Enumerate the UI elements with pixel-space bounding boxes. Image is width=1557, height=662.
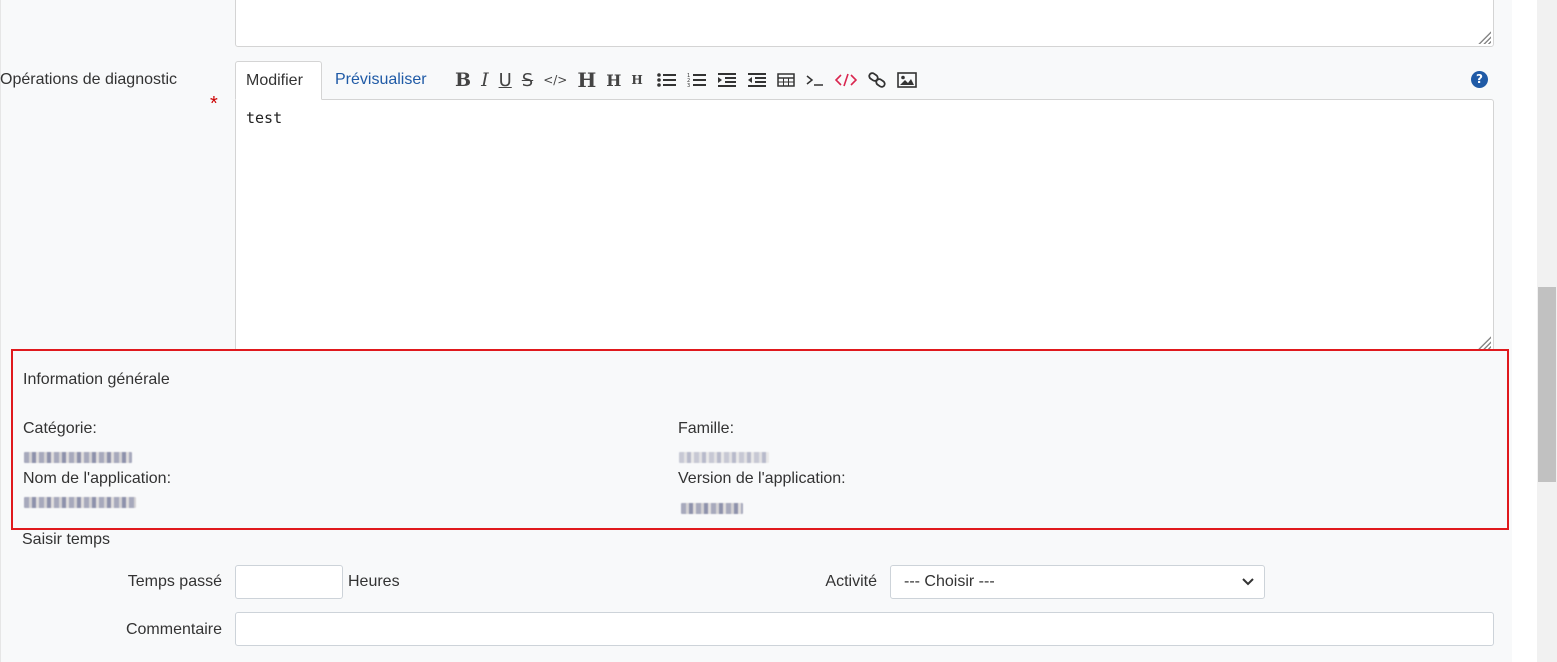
diagnostic-label: Opérations de diagnostic: [0, 71, 177, 88]
time-spent-label: Temps passé: [127, 573, 222, 590]
link-icon[interactable]: [867, 66, 887, 94]
svg-text:3: 3: [687, 83, 690, 88]
app-name-label: Nom de l'application:: [23, 470, 172, 487]
family-label: Famille:: [678, 420, 735, 437]
activity-label: Activité: [825, 573, 877, 590]
editor-toolbar: B I U S </> H H H 123: [455, 66, 927, 94]
hours-unit: Heures: [348, 573, 400, 590]
app-name-value-redacted: [24, 497, 136, 508]
family-value-redacted: [679, 452, 769, 463]
time-spent-input[interactable]: [235, 565, 343, 599]
bullet-list-icon[interactable]: [656, 66, 677, 94]
bold-button[interactable]: B: [455, 66, 471, 94]
html-code-icon[interactable]: [834, 66, 857, 94]
image-icon[interactable]: [896, 66, 917, 94]
activity-selected: --- Choisir ---: [904, 573, 995, 590]
diagnostic-text: test: [246, 109, 283, 127]
heading-1-button[interactable]: H: [577, 66, 596, 94]
code-block-icon[interactable]: [805, 66, 825, 94]
table-icon[interactable]: [776, 66, 795, 94]
category-value-redacted: [24, 452, 132, 463]
category-label: Catégorie:: [23, 420, 97, 437]
italic-button[interactable]: I: [481, 66, 489, 94]
numbered-list-icon[interactable]: 123: [687, 66, 707, 94]
inline-code-button[interactable]: </>: [543, 66, 567, 94]
help-icon[interactable]: ?: [1471, 71, 1488, 88]
diagnostic-textarea[interactable]: test: [235, 99, 1494, 352]
tab-preview[interactable]: Prévisualiser: [325, 61, 437, 100]
general-info-panel: Information générale Catégorie: Famille:…: [11, 349, 1509, 530]
issue-form-page: Opérations de diagnostic * Modifier Prév…: [0, 0, 1512, 662]
time-entry-title: Saisir temps: [22, 531, 111, 548]
resize-grip-icon[interactable]: [1477, 30, 1491, 44]
previous-textarea[interactable]: [235, 0, 1494, 47]
tab-edit[interactable]: Modifier: [235, 61, 322, 100]
chevron-down-icon: [1242, 578, 1254, 586]
outdent-icon[interactable]: [747, 66, 767, 94]
vertical-scrollbar[interactable]: [1537, 0, 1557, 662]
comment-label: Commentaire: [125, 621, 222, 638]
heading-2-button[interactable]: H: [606, 66, 621, 94]
activity-select[interactable]: --- Choisir ---: [890, 565, 1265, 599]
scrollbar-thumb[interactable]: [1538, 287, 1556, 482]
app-version-label: Version de l'application:: [678, 470, 846, 487]
comment-input[interactable]: [235, 612, 1494, 646]
strikethrough-button[interactable]: S: [522, 66, 533, 94]
app-version-value-redacted: [681, 503, 743, 514]
underline-button[interactable]: U: [499, 66, 512, 94]
required-marker: *: [210, 93, 218, 115]
resize-grip-icon[interactable]: [1477, 335, 1491, 349]
indent-icon[interactable]: [717, 66, 737, 94]
general-info-title: Information générale: [23, 371, 170, 388]
heading-3-button[interactable]: H: [631, 66, 642, 94]
